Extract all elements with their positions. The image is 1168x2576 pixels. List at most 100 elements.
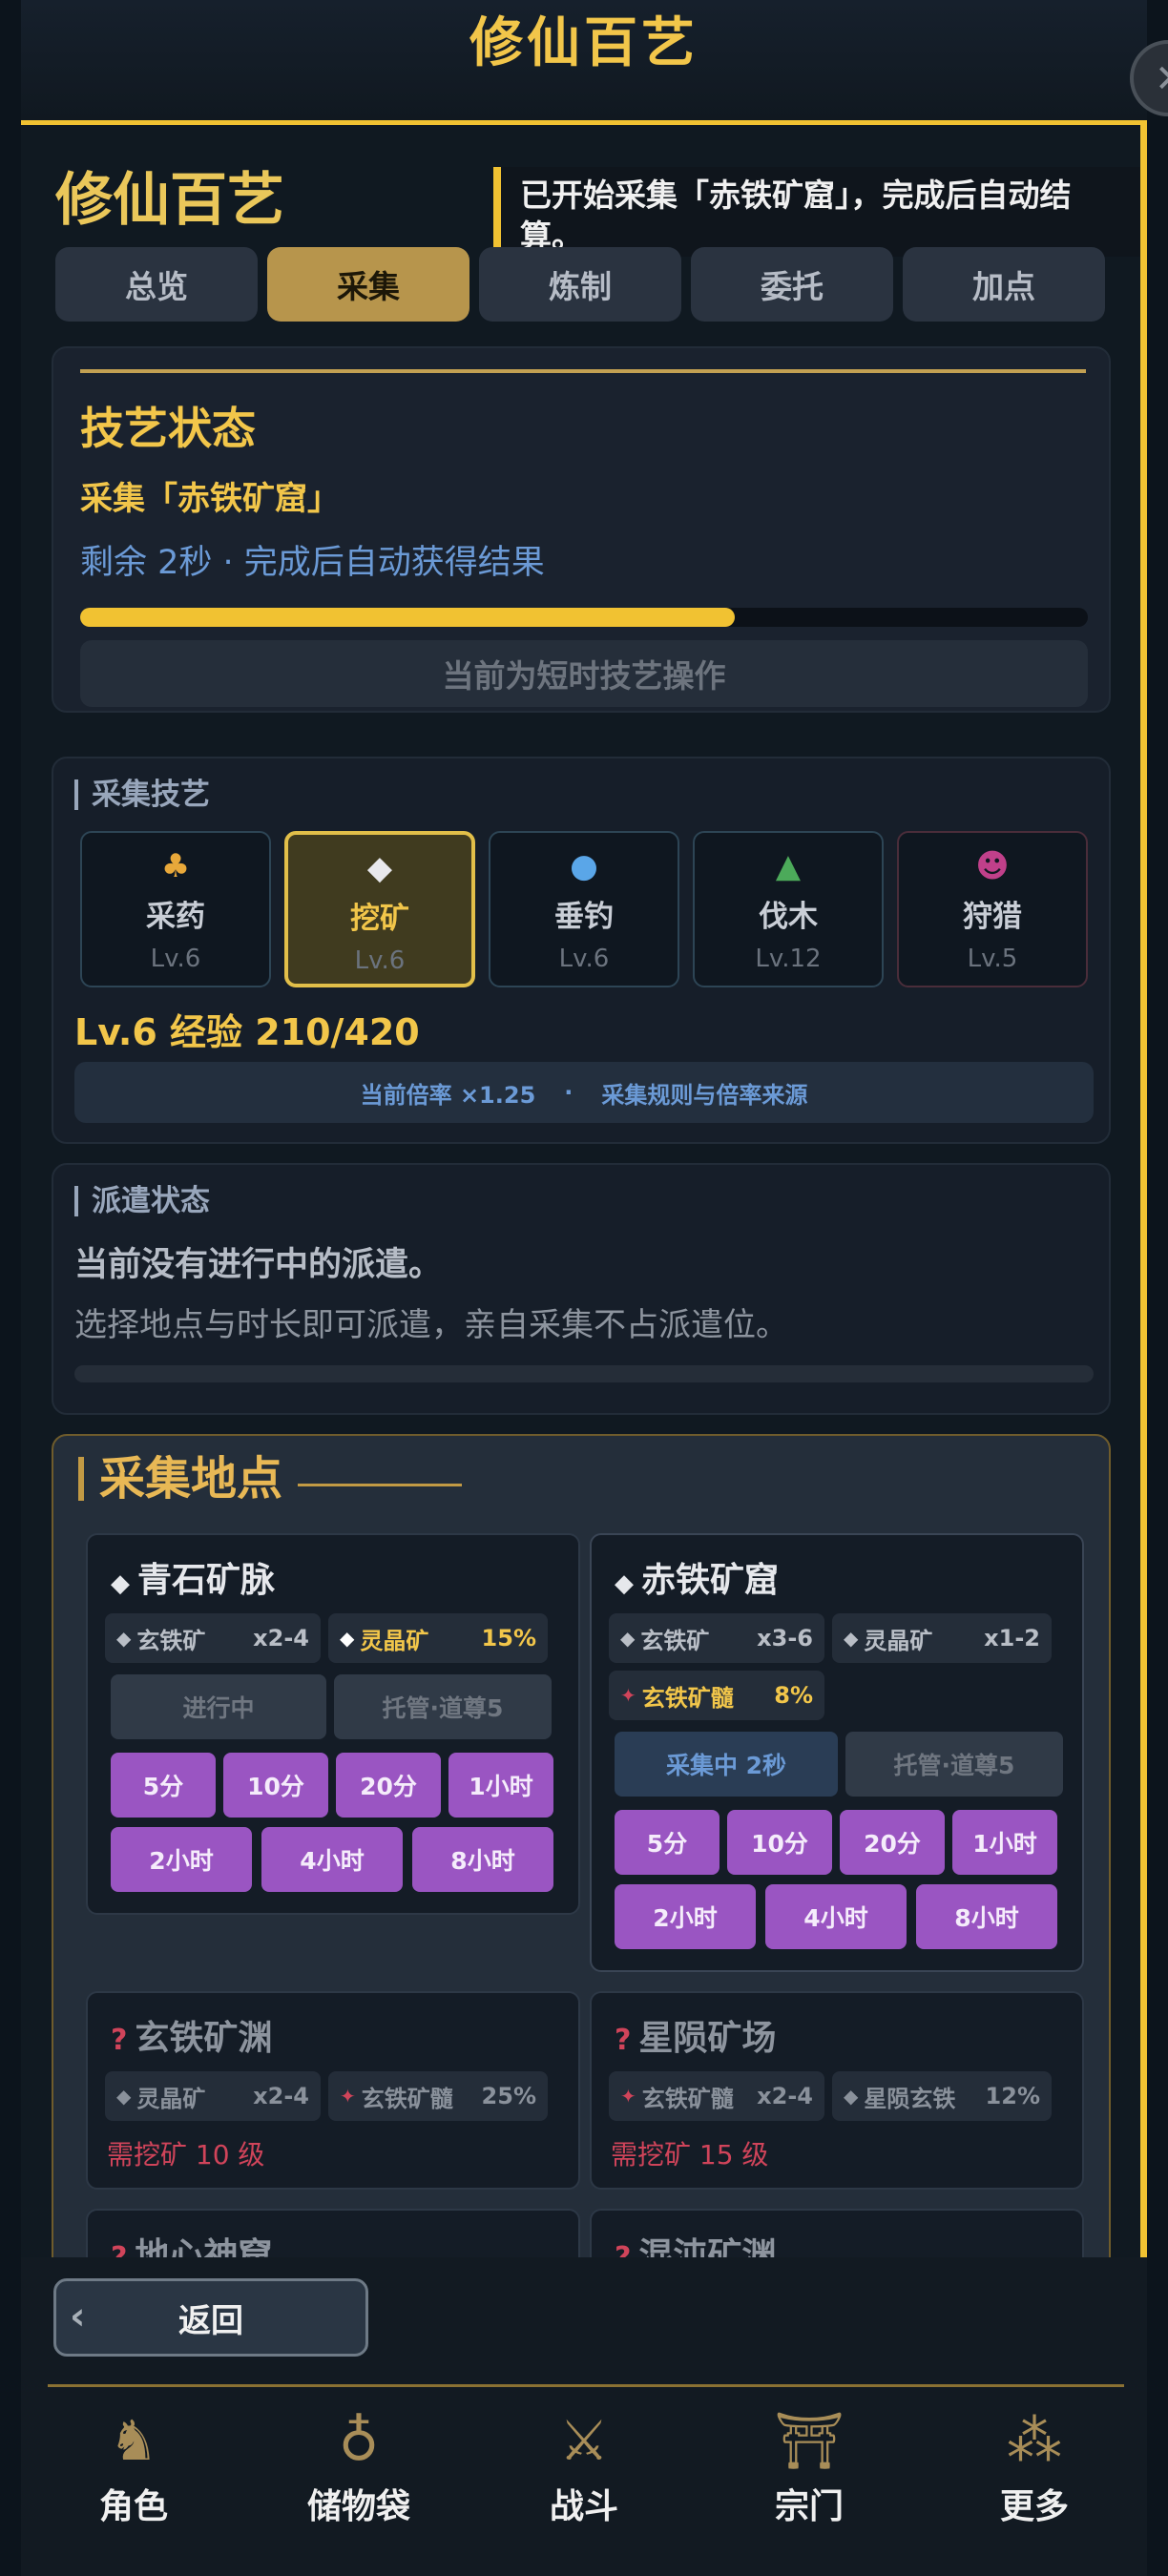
tab-refine[interactable]: 炼制 bbox=[479, 247, 681, 322]
herb-icon: ♣ bbox=[160, 847, 191, 885]
drop-chip: ◆ 玄铁矿 x3-6 bbox=[609, 1613, 824, 1663]
status-button[interactable]: 进行中 bbox=[111, 1674, 326, 1739]
gather-skills-card: 采集技艺 ♣ 采药 Lv.6 ◆ 挖矿 Lv.6 ● 垂钓 Lv.6 ▲ 伐木 … bbox=[52, 757, 1111, 1144]
nav-label: 宗门 bbox=[774, 2487, 844, 2526]
nav-label: 角色 bbox=[98, 2487, 168, 2526]
arrow-left-icon: ‹ bbox=[70, 2295, 86, 2338]
more-icon: ⁂ bbox=[1007, 2408, 1062, 2473]
nav-label: 更多 bbox=[999, 2487, 1069, 2526]
ore-icon: ◆ bbox=[116, 2085, 132, 2108]
drop-chip: ✦ 玄铁矿髓 25% bbox=[328, 2071, 548, 2121]
drop-chip: ◆ 灵晶矿 x2-4 bbox=[105, 2071, 321, 2121]
nav-battle[interactable]: ⚔ 战斗 bbox=[471, 2399, 697, 2576]
scroll-area[interactable]: 修仙百艺 已开始采集「赤铁矿窟」，完成后自动结算。 总览 采集 炼制 委托 加点… bbox=[21, 125, 1140, 2257]
location-name: ? 玄铁矿渊 bbox=[111, 2019, 273, 2058]
back-label: 返回 bbox=[178, 2301, 243, 2340]
operation-button[interactable]: 当前为短时技艺操作 bbox=[80, 640, 1088, 707]
drop-chip: ◆ 灵晶矿 15% bbox=[328, 1613, 548, 1663]
duration-20m-button[interactable]: 20分 bbox=[336, 1753, 441, 1818]
duration-1h-button[interactable]: 1小时 bbox=[448, 1753, 553, 1818]
duration-2h-button[interactable]: 2小时 bbox=[111, 1827, 252, 1892]
nav-bag[interactable]: ♁ 储物袋 bbox=[246, 2399, 471, 2576]
location-name: ? 星陨矿场 bbox=[615, 2019, 777, 2058]
duration-4h-button[interactable]: 4小时 bbox=[765, 1884, 907, 1949]
tree-icon: ▲ bbox=[775, 847, 802, 885]
rate-separator: · bbox=[564, 1079, 574, 1106]
skill-mining[interactable]: ◆ 挖矿 Lv.6 bbox=[284, 831, 475, 987]
back-button[interactable]: ‹ 返回 bbox=[53, 2278, 368, 2357]
section-label: 派遣状态 bbox=[74, 1186, 210, 1216]
title-decoration bbox=[298, 1484, 462, 1486]
location-name: ◆ 赤铁矿窟 bbox=[615, 1561, 780, 1600]
ore-icon: ◆ bbox=[366, 849, 393, 887]
skill-name: 挖矿 bbox=[350, 902, 409, 936]
gathering-status-button[interactable]: 采集中 2秒 bbox=[615, 1732, 838, 1797]
divider bbox=[48, 2384, 1124, 2387]
skill-level: Lv.6 bbox=[150, 945, 201, 973]
tab-gather[interactable]: 采集 bbox=[267, 247, 469, 322]
skill-logging[interactable]: ▲ 伐木 Lv.12 bbox=[693, 831, 884, 987]
duration-8h-button[interactable]: 8小时 bbox=[916, 1884, 1057, 1949]
dispatch-none-text: 当前没有进行中的派遣。 bbox=[74, 1246, 443, 1284]
ore-icon: ◆ bbox=[620, 1627, 636, 1650]
locked-icon: ? bbox=[111, 2024, 128, 2057]
duration-4h-button[interactable]: 4小时 bbox=[261, 1827, 403, 1892]
skill-hunting[interactable]: ☻ 狩猎 Lv.5 bbox=[897, 831, 1088, 987]
character-icon: ♞ bbox=[109, 2408, 158, 2473]
drop-chip: ✦ 玄铁矿髓 x2-4 bbox=[609, 2071, 824, 2121]
locked-icon: ? bbox=[615, 2241, 631, 2257]
duration-1h-button[interactable]: 1小时 bbox=[952, 1810, 1057, 1875]
skill-fishing[interactable]: ● 垂钓 Lv.6 bbox=[489, 831, 679, 987]
progress-fill bbox=[80, 608, 736, 627]
app-title: 修仙百艺 bbox=[469, 12, 699, 74]
rate-value: 当前倍率 ×1.25 bbox=[360, 1081, 536, 1109]
delegate-button[interactable]: 托管·道尊5 bbox=[334, 1674, 552, 1739]
gem-icon: ✦ bbox=[620, 1684, 636, 1707]
bottom-area: ‹ 返回 ♞ 角色 ♁ 储物袋 ⚔ 战斗 ⛩ 宗门 ⁂ 更多 bbox=[21, 2257, 1147, 2576]
drop-chip: ✦ 玄铁矿髓 8% bbox=[609, 1671, 824, 1720]
ore-icon: ◆ bbox=[111, 1569, 130, 1598]
location-card-xingyun[interactable]: ? 星陨矿场 ✦ 玄铁矿髓 x2-4 ◆ 星陨玄铁 12% 需挖矿 15 级 bbox=[590, 1991, 1084, 2190]
close-icon: ✕ bbox=[1155, 57, 1168, 101]
skill-list: ♣ 采药 Lv.6 ◆ 挖矿 Lv.6 ● 垂钓 Lv.6 ▲ 伐木 Lv.12… bbox=[80, 831, 1088, 987]
ore-icon: ◆ bbox=[340, 1627, 355, 1650]
drop-chip: ◆ 灵晶矿 x1-2 bbox=[832, 1613, 1052, 1663]
duration-10m-button[interactable]: 10分 bbox=[727, 1810, 832, 1875]
craft-status-card: 技艺状态 采集「赤铁矿窟」 剩余 2秒 · 完成后自动获得结果 当前为短时技艺操… bbox=[52, 346, 1111, 713]
location-card-xuantie[interactable]: ? 玄铁矿渊 ◆ 灵晶矿 x2-4 ✦ 玄铁矿髓 25% 需挖矿 10 级 bbox=[86, 1991, 580, 2190]
location-card-dixin[interactable]: ?地心神窟 bbox=[86, 2209, 580, 2257]
duration-20m-button[interactable]: 20分 bbox=[840, 1810, 945, 1875]
skill-name: 伐木 bbox=[759, 900, 818, 934]
skill-herb[interactable]: ♣ 采药 Lv.6 bbox=[80, 831, 271, 987]
swords-icon: ⚔ bbox=[559, 2408, 609, 2473]
duration-10m-button[interactable]: 10分 bbox=[223, 1753, 328, 1818]
bottom-nav: ♞ 角色 ♁ 储物袋 ⚔ 战斗 ⛩ 宗门 ⁂ 更多 bbox=[21, 2399, 1147, 2576]
skill-level: Lv.6 bbox=[354, 946, 406, 975]
nav-character[interactable]: ♞ 角色 bbox=[21, 2399, 246, 2576]
drop-chip: ◆ 星陨玄铁 12% bbox=[832, 2071, 1052, 2121]
duration-2h-button[interactable]: 2小时 bbox=[615, 1884, 756, 1949]
tab-commission[interactable]: 委托 bbox=[691, 247, 893, 322]
duration-8h-button[interactable]: 8小时 bbox=[412, 1827, 553, 1892]
duration-5m-button[interactable]: 5分 bbox=[615, 1810, 720, 1875]
nav-more[interactable]: ⁂ 更多 bbox=[922, 2399, 1147, 2576]
location-card-hundun[interactable]: ?混沌矿渊 bbox=[590, 2209, 1084, 2257]
locked-icon: ? bbox=[615, 2024, 632, 2057]
level-requirement: 需挖矿 15 级 bbox=[611, 2139, 769, 2171]
delegate-button[interactable]: 托管·道尊5 bbox=[845, 1732, 1063, 1797]
gem-icon: ✦ bbox=[620, 2085, 636, 2108]
toast-message: 已开始采集「赤铁矿窟」，完成后自动结算。 bbox=[493, 167, 1140, 257]
dispatch-hint: 选择地点与时长即可派遣，亲自采集不占派遣位。 bbox=[74, 1306, 788, 1344]
location-card-chitie[interactable]: ◆ 赤铁矿窟 ◆ 玄铁矿 x3-6 ◆ 灵晶矿 x1-2 ✦ 玄铁矿髓 8% 采集中 2秒 托… bbox=[590, 1533, 1084, 1972]
location-name: ?混沌矿渊 bbox=[615, 2228, 776, 2257]
rate-bar[interactable]: 当前倍率 ×1.25 · 采集规则与倍率来源 bbox=[74, 1062, 1094, 1123]
nav-label: 战斗 bbox=[549, 2487, 618, 2526]
nav-sect[interactable]: ⛩ 宗门 bbox=[697, 2399, 922, 2576]
bag-icon: ♁ bbox=[338, 2408, 380, 2473]
skill-level: Lv.12 bbox=[755, 945, 822, 973]
location-card-qingshi[interactable]: ◆ 青石矿脉 ◆ 玄铁矿 x2-4 ◆ 灵晶矿 15% 进行中 托管·道尊5 5分 10分… bbox=[86, 1533, 580, 1915]
duration-5m-button[interactable]: 5分 bbox=[111, 1753, 216, 1818]
rate-rules-link[interactable]: 采集规则与倍率来源 bbox=[601, 1076, 807, 1110]
tab-overview[interactable]: 总览 bbox=[55, 247, 258, 322]
tab-points[interactable]: 加点 bbox=[903, 247, 1105, 322]
